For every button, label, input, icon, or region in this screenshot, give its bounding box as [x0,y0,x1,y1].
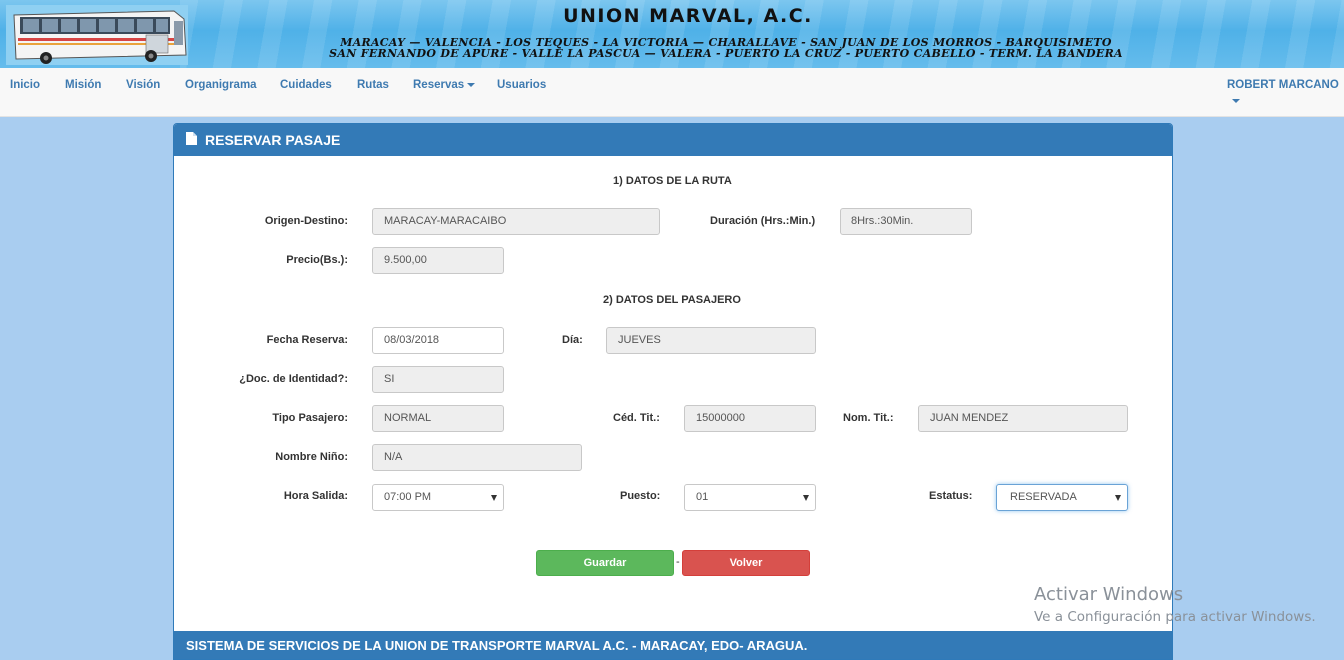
hora-salida-label: Hora Salida: [283,490,348,502]
estatus-label: Estatus: [929,490,973,502]
nom-tit-field: JUAN MENDEZ [918,405,1128,432]
footer-text: SISTEMA DE SERVICIOS DE LA UNION DE TRAN… [186,638,808,653]
dia-label: Día: [562,334,583,346]
volver-button[interactable]: Volver [682,550,810,576]
nom-tit-label: Nom. Tit.: [843,412,894,424]
routes-line-2: SAN FERNANDO DE APURE - VALLE LA PASCUA … [329,47,1123,60]
tipo-pasajero-field: NORMAL [372,405,504,432]
estatus-value: RESERVADA [1010,491,1077,503]
header-banner: UNION MARVAL, A.C. MARACAY — VALENCIA - … [0,0,1344,68]
dropdown-arrow-icon [803,495,809,501]
nav-item-organigrama[interactable]: Organigrama [185,79,257,91]
nav-item-inicio[interactable]: Inicio [10,79,40,91]
precio-field: 9.500,00 [372,247,504,274]
precio-label: Precio(Bs.): [286,254,348,266]
doc-identidad-field: SI [372,366,504,393]
ced-tit-field: 15000000 [684,405,816,432]
user-menu-name[interactable]: ROBERT MARCANO [1227,79,1339,91]
fecha-reserva-label: Fecha Reserva: [266,334,348,346]
nombre-nino-label: Nombre Niño: [275,451,348,463]
user-menu-caret-icon[interactable] [1232,99,1240,103]
panel-heading: RESERVAR PASAJE [174,124,1172,156]
company-title: UNION MARVAL, A.C. [563,5,813,27]
dia-field: JUEVES [606,327,816,354]
dropdown-arrow-icon [491,495,497,501]
nav-item-mision[interactable]: Misión [65,79,101,91]
tipo-pasajero-label: Tipo Pasajero: [272,412,348,424]
button-separator: - [676,556,680,568]
panel-footer: SISTEMA DE SERVICIOS DE LA UNION DE TRAN… [174,631,1172,659]
document-icon [186,132,197,145]
dropdown-arrow-icon [1115,495,1121,501]
puesto-select[interactable]: 01 [684,484,816,511]
hora-salida-value: 07:00 PM [384,491,432,503]
nav-item-rutas[interactable]: Rutas [357,79,389,91]
section-route-title: 1) DATOS DE LA RUTA [613,175,732,187]
nav-item-usuarios[interactable]: Usuarios [497,79,546,91]
windows-activation-title: Activar Windows [1034,584,1184,605]
duracion-label: Duración (Hrs.:Min.) [710,215,816,227]
origen-destino-field: MARACAY-MARACAIBO [372,208,660,235]
hora-salida-select[interactable]: 07:00 PM [372,484,504,511]
fecha-reserva-input[interactable]: 08/03/2018 [372,327,504,354]
main-navbar: Inicio Misión Visión Organigrama Cuidade… [0,68,1344,117]
nombre-nino-field: N/A [372,444,582,471]
puesto-value: 01 [696,491,709,503]
nav-item-vision[interactable]: Visión [126,79,160,91]
nav-item-reservas-dropdown[interactable]: Reservas [413,79,476,91]
estatus-select[interactable]: RESERVADA [996,484,1128,511]
nav-item-reservas-label: Reservas [413,79,465,91]
reservation-panel: RESERVAR PASAJE 1) DATOS DE LA RUTA Orig… [173,123,1173,660]
ced-tit-label: Céd. Tit.: [613,412,660,424]
nav-item-cuidades[interactable]: Cuidades [280,79,332,91]
caret-down-icon [467,82,476,87]
section-passenger-title: 2) DATOS DEL PASAJERO [603,294,741,306]
guardar-button[interactable]: Guardar [536,550,674,576]
panel-title: RESERVAR PASAJE [205,132,341,148]
duracion-field: 8Hrs.:30Min. [840,208,972,235]
doc-identidad-label: ¿Doc. de Identidad?: [239,373,348,385]
origen-destino-label: Origen-Destino: [264,215,348,227]
windows-activation-subtitle: Ve a Configuración para activar Windows. [1034,609,1316,625]
puesto-label: Puesto: [620,490,661,502]
